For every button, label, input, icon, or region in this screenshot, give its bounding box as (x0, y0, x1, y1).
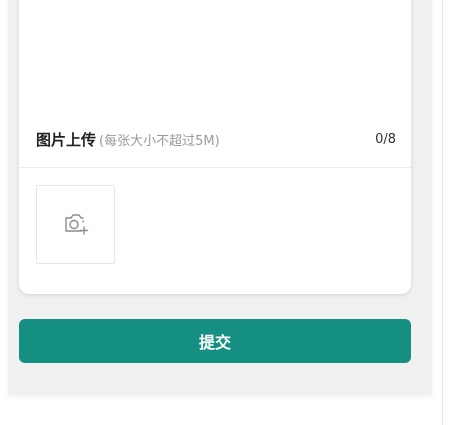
add-image-button[interactable] (36, 185, 115, 264)
image-upload-hint: (每张大小不超过5M) (99, 133, 220, 149)
image-upload-count: 0/8 (375, 131, 396, 147)
form-page: 图片上传 (每张大小不超过5M) 0/8 提交 (8, 0, 432, 395)
camera-plus-icon (63, 211, 89, 239)
image-upload-label: 图片上传 (36, 130, 97, 149)
viewport: 图片上传 (每张大小不超过5M) 0/8 提交 (0, 0, 472, 425)
image-upload-title: 图片上传 (每张大小不超过5M) (36, 129, 220, 150)
divider (19, 167, 411, 168)
panel-divider (442, 0, 443, 425)
image-upload-header: 图片上传 (每张大小不超过5M) 0/8 (36, 129, 396, 149)
form-card: 图片上传 (每张大小不超过5M) 0/8 (19, 0, 411, 294)
submit-button[interactable]: 提交 (19, 319, 411, 363)
